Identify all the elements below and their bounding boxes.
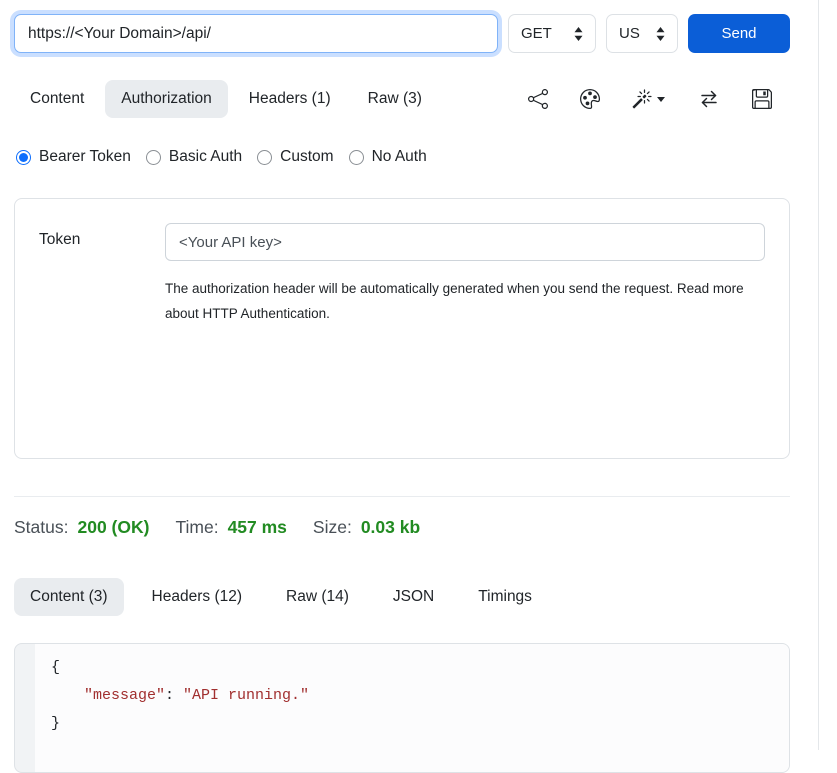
share-icon[interactable] bbox=[528, 89, 548, 109]
auth-option-label: Bearer Token bbox=[39, 148, 131, 166]
caret-down-icon bbox=[656, 94, 666, 104]
select-arrows-icon bbox=[574, 27, 583, 41]
method-select[interactable]: GET bbox=[508, 14, 596, 53]
select-arrows-icon bbox=[656, 27, 665, 41]
auth-option-custom[interactable]: Custom bbox=[257, 148, 333, 166]
tab-content[interactable]: Content bbox=[14, 80, 100, 118]
request-tabs-row: Content Authorization Headers (1) Raw (3… bbox=[14, 80, 790, 118]
time-label: Time: bbox=[175, 517, 218, 538]
response-tab-raw[interactable]: Raw (14) bbox=[270, 578, 365, 616]
json-key: "message" bbox=[84, 687, 165, 704]
region-select-value: US bbox=[619, 25, 640, 42]
json-string-value: "API running." bbox=[183, 687, 309, 704]
auth-option-label: Basic Auth bbox=[169, 148, 242, 166]
auth-option-label: Custom bbox=[280, 148, 333, 166]
request-tabs: Content Authorization Headers (1) Raw (3… bbox=[14, 80, 438, 118]
status-value: 200 (OK) bbox=[77, 517, 149, 538]
api-client-page: GET US Send Content Authorization Header… bbox=[14, 0, 790, 773]
palette-icon[interactable] bbox=[580, 89, 600, 109]
size-value: 0.03 kb bbox=[361, 517, 420, 538]
auth-help-text: The authorization header will be automat… bbox=[165, 276, 765, 326]
time-value: 457 ms bbox=[228, 517, 287, 538]
tab-raw[interactable]: Raw (3) bbox=[352, 80, 438, 118]
tab-headers[interactable]: Headers (1) bbox=[233, 80, 347, 118]
magic-wand-icon bbox=[632, 89, 652, 109]
response-json-code: { "message": "API running." } bbox=[35, 644, 789, 772]
auth-option-no-auth[interactable]: No Auth bbox=[349, 148, 427, 166]
request-toolbar bbox=[528, 89, 790, 109]
auth-panel: Token The authorization header will be a… bbox=[14, 198, 790, 459]
token-input[interactable] bbox=[165, 223, 765, 261]
token-column: The authorization header will be automat… bbox=[165, 223, 765, 434]
time-group: Time: 457 ms bbox=[175, 517, 286, 538]
auth-option-basic-auth[interactable]: Basic Auth bbox=[146, 148, 242, 166]
radio-basic-auth bbox=[146, 150, 161, 165]
auth-option-label: No Auth bbox=[372, 148, 427, 166]
method-select-value: GET bbox=[521, 25, 552, 42]
size-label: Size: bbox=[313, 517, 352, 538]
code-line: } bbox=[51, 710, 773, 738]
response-body-card: { "message": "API running." } bbox=[14, 643, 790, 773]
response-divider bbox=[14, 496, 790, 497]
auth-type-options: Bearer Token Basic Auth Custom No Auth bbox=[14, 148, 790, 166]
response-tab-headers[interactable]: Headers (12) bbox=[136, 578, 258, 616]
radio-no-auth bbox=[349, 150, 364, 165]
json-separator: : bbox=[165, 687, 183, 704]
response-tab-content[interactable]: Content (3) bbox=[14, 578, 124, 616]
swap-arrows-icon[interactable] bbox=[698, 89, 720, 109]
response-tab-json[interactable]: JSON bbox=[377, 578, 450, 616]
region-select[interactable]: US bbox=[606, 14, 678, 53]
magic-wand-dropdown-button[interactable] bbox=[632, 89, 666, 109]
page-right-border bbox=[818, 0, 819, 750]
status-label: Status: bbox=[14, 517, 68, 538]
save-icon[interactable] bbox=[752, 89, 772, 109]
size-group: Size: 0.03 kb bbox=[313, 517, 420, 538]
url-input[interactable] bbox=[14, 14, 498, 53]
request-bar: GET US Send bbox=[14, 14, 790, 53]
token-label: Token bbox=[39, 223, 165, 434]
code-line: { bbox=[51, 654, 773, 682]
tab-authorization[interactable]: Authorization bbox=[105, 80, 227, 118]
response-tabs: Content (3) Headers (12) Raw (14) JSON T… bbox=[14, 578, 790, 616]
code-line: "message": "API running." bbox=[51, 682, 773, 710]
status-group: Status: 200 (OK) bbox=[14, 517, 149, 538]
response-summary: Status: 200 (OK) Time: 457 ms Size: 0.03… bbox=[14, 517, 790, 538]
send-button[interactable]: Send bbox=[688, 14, 790, 53]
response-tab-timings[interactable]: Timings bbox=[462, 578, 548, 616]
radio-bearer-token bbox=[16, 150, 31, 165]
radio-custom bbox=[257, 150, 272, 165]
auth-option-bearer-token[interactable]: Bearer Token bbox=[16, 148, 131, 166]
